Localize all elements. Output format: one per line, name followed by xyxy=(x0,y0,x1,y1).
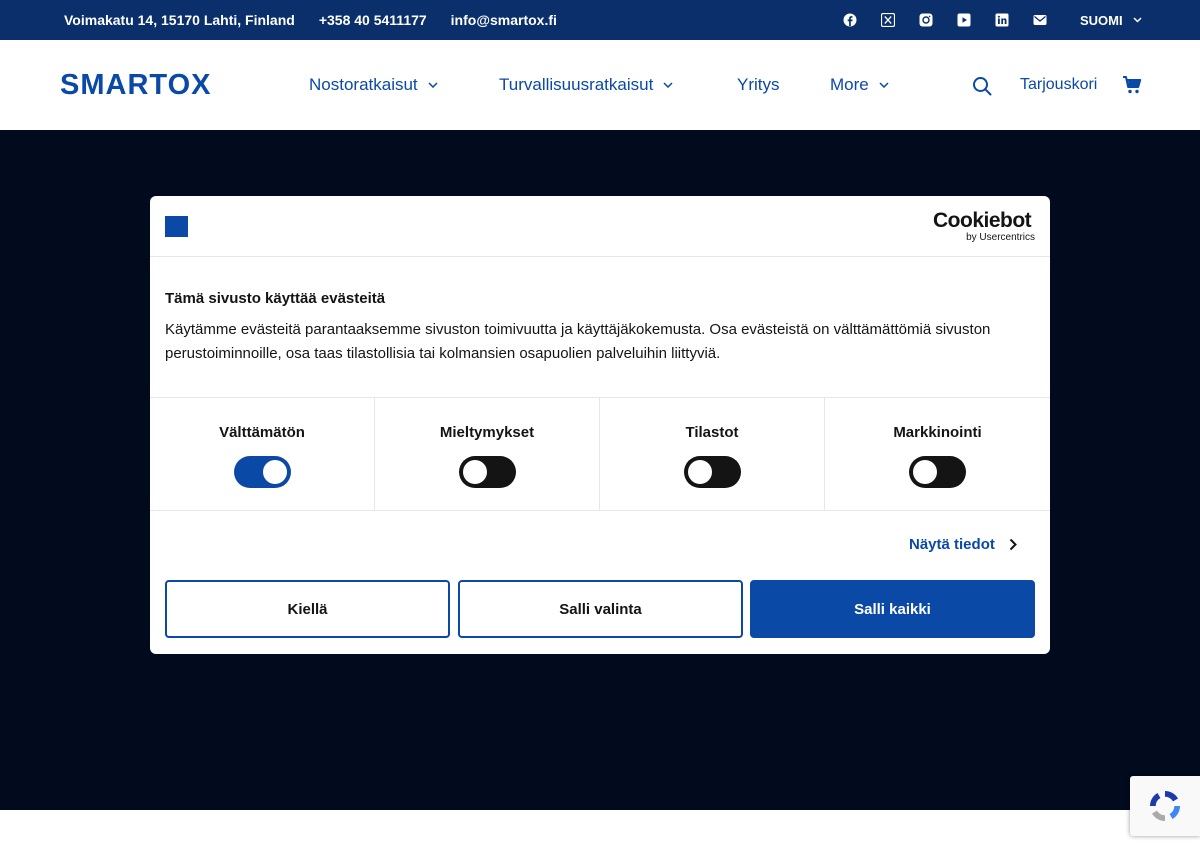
dialog-header: Cookiebot by Usercentrics xyxy=(150,196,1050,257)
nav-item-yritys[interactable]: Yritys xyxy=(737,40,780,130)
search-icon[interactable] xyxy=(972,76,992,96)
nav-item-nostoratkaisut[interactable]: Nostoratkaisut xyxy=(309,40,438,130)
nav-item-more[interactable]: More xyxy=(830,40,889,130)
category-label: Mieltymykset xyxy=(439,424,535,441)
nav-label: More xyxy=(830,75,869,94)
category-necessary: Välttämätön xyxy=(150,398,375,511)
necessary-toggle[interactable] xyxy=(234,456,291,488)
social-links xyxy=(842,0,1048,40)
nav-label: Nostoratkaisut xyxy=(309,75,418,94)
toggle-knob xyxy=(463,460,487,484)
category-label: Markkinointi xyxy=(893,424,982,441)
category-label: Välttämätön xyxy=(219,424,305,441)
recaptcha-badge[interactable] xyxy=(1130,776,1200,836)
recaptcha-icon xyxy=(1150,791,1180,821)
show-details-link[interactable]: Näytä tiedot xyxy=(909,534,1017,554)
cookiebot-brand: Cookiebot xyxy=(933,209,1032,232)
mail-icon[interactable] xyxy=(1032,12,1048,28)
chevron-down-icon xyxy=(428,82,438,88)
cookiebot-sub: by Usercentrics xyxy=(966,232,1035,243)
toggle-knob xyxy=(688,460,712,484)
details-label: Näytä tiedot xyxy=(909,535,995,553)
toggle-knob xyxy=(913,460,937,484)
marketing-toggle[interactable] xyxy=(909,456,966,488)
consent-categories: Välttämätön Mieltymykset Tilastot Markki… xyxy=(150,397,1050,511)
dialog-title: Tämä sivusto käyttää evästeitä xyxy=(165,290,386,307)
nav-label: Turvallisuusratkaisut xyxy=(499,75,654,94)
site-logo-icon xyxy=(165,216,188,237)
language-selector[interactable]: SUOMI xyxy=(1080,0,1142,40)
smartox-logo[interactable]: SMARTOX xyxy=(60,70,211,100)
language-label: SUOMI xyxy=(1080,12,1123,28)
allow-all-button[interactable]: Salli kaikki xyxy=(750,580,1035,638)
cart-link[interactable]: Tarjouskori xyxy=(1020,40,1097,130)
contact-info: Voimakatu 14, 15170 Lahti, Finland +358 … xyxy=(64,0,557,40)
category-label: Tilastot xyxy=(685,424,739,441)
category-preferences: Mieltymykset xyxy=(375,398,600,511)
category-marketing: Markkinointi xyxy=(825,398,1050,511)
category-statistics: Tilastot xyxy=(600,398,825,511)
allow-selection-button[interactable]: Salli valinta xyxy=(458,580,743,638)
cookiebot-logo[interactable]: Cookiebot by Usercentrics xyxy=(933,210,1035,244)
chevron-down-icon xyxy=(663,82,673,88)
dialog-description: Käytämme evästeitä parantaaksemme sivust… xyxy=(165,321,991,362)
phone-link[interactable]: +358 40 5411177 xyxy=(319,12,427,28)
cookie-consent-dialog: Cookiebot by Usercentrics Tämä sivusto k… xyxy=(150,196,1050,654)
deny-button[interactable]: Kiellä xyxy=(165,580,450,638)
page-bottom xyxy=(0,810,1200,850)
top-bar: Voimakatu 14, 15170 Lahti, Finland +358 … xyxy=(0,0,1200,40)
nav-item-turvallisuusratkaisut[interactable]: Turvallisuusratkaisut xyxy=(499,40,673,130)
chevron-down-icon xyxy=(879,82,889,88)
youtube-icon[interactable] xyxy=(956,12,972,28)
chevron-down-icon xyxy=(1133,17,1142,23)
linkedin-icon[interactable] xyxy=(994,12,1010,28)
site-header: SMARTOX Nostoratkaisut Turvallisuusratka… xyxy=(0,40,1200,130)
x-icon[interactable] xyxy=(880,12,896,28)
email-link[interactable]: info@smartox.fi xyxy=(451,12,557,28)
statistics-toggle[interactable] xyxy=(684,456,741,488)
cart-icon[interactable] xyxy=(1122,75,1142,95)
preferences-toggle[interactable] xyxy=(459,456,516,488)
instagram-icon[interactable] xyxy=(918,12,934,28)
toggle-knob xyxy=(263,460,287,484)
facebook-icon[interactable] xyxy=(842,12,858,28)
nav-label: Yritys xyxy=(737,75,780,94)
address-text: Voimakatu 14, 15170 Lahti, Finland xyxy=(64,12,295,28)
chevron-right-icon xyxy=(1009,538,1017,550)
